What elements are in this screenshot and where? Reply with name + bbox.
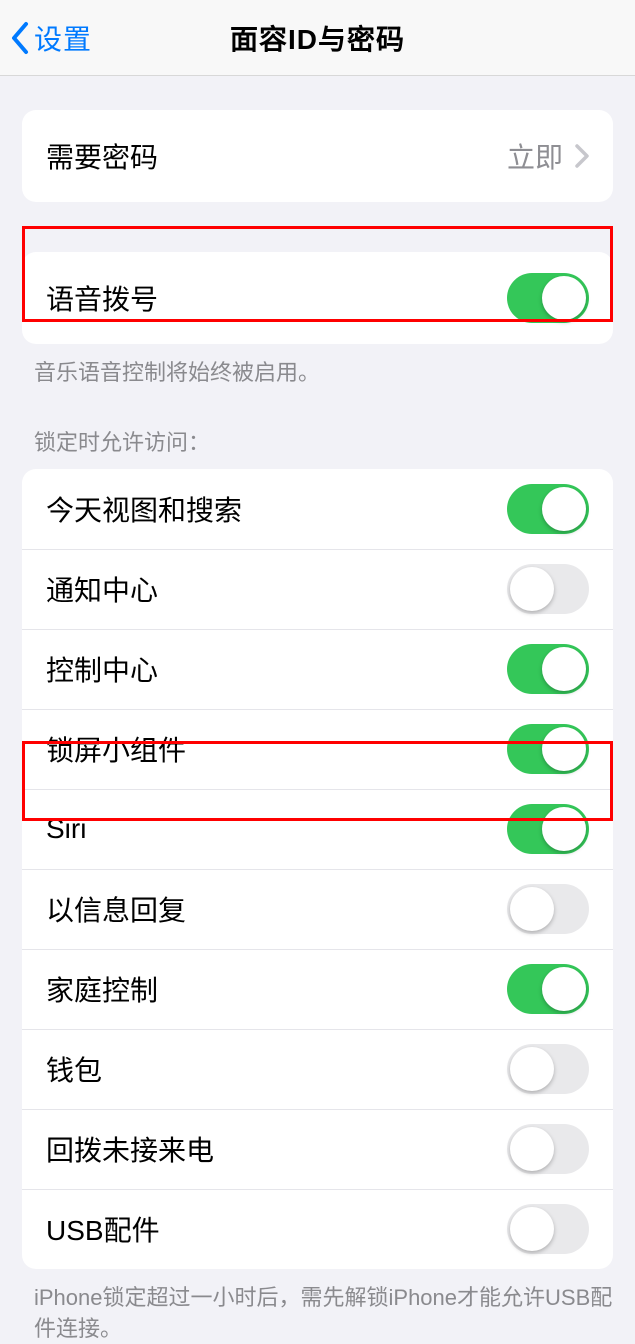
lock-item-toggle[interactable] — [507, 1044, 589, 1094]
lock-item-label: Siri — [46, 813, 86, 845]
lock-item-toggle[interactable] — [507, 644, 589, 694]
usb-footer: iPhone锁定超过一小时后，需先解锁iPhone才能允许USB配件连接。 — [34, 1283, 613, 1344]
lock-item-toggle[interactable] — [507, 564, 589, 614]
lock-item-row: 今天视图和搜索 — [22, 469, 613, 549]
lock-item-label: 回拨未接来电 — [46, 1129, 214, 1169]
lock-item-label: 锁屏小组件 — [46, 729, 186, 769]
lock-item-row: 锁屏小组件 — [22, 709, 613, 789]
require-passcode-row[interactable]: 需要密码 立即 — [22, 110, 613, 202]
lock-item-row: 回拨未接来电 — [22, 1109, 613, 1189]
require-passcode-label: 需要密码 — [46, 136, 158, 176]
lock-item-row: 以信息回复 — [22, 869, 613, 949]
back-button[interactable]: 设置 — [10, 18, 92, 58]
lock-item-toggle[interactable] — [507, 804, 589, 854]
voice-dial-row: 语音拨号 — [22, 252, 613, 344]
lock-access-header: 锁定时允许访问： — [34, 425, 591, 457]
lock-item-row: 控制中心 — [22, 629, 613, 709]
page-title: 面容ID与密码 — [230, 18, 405, 58]
lock-item-row: 家庭控制 — [22, 949, 613, 1029]
lock-item-toggle[interactable] — [507, 964, 589, 1014]
lock-item-label: 钱包 — [46, 1049, 102, 1089]
voice-dial-toggle[interactable] — [507, 273, 589, 323]
back-chevron-icon — [10, 21, 30, 55]
lock-item-label: 通知中心 — [46, 569, 158, 609]
require-passcode-value: 立即 — [507, 136, 563, 176]
lock-item-row: 钱包 — [22, 1029, 613, 1109]
lock-item-toggle[interactable] — [507, 1124, 589, 1174]
voice-dial-label: 语音拨号 — [46, 278, 158, 318]
lock-item-row: USB配件 — [22, 1189, 613, 1269]
lock-item-toggle[interactable] — [507, 724, 589, 774]
lock-item-label: 家庭控制 — [46, 969, 158, 1009]
lock-item-label: 控制中心 — [46, 649, 158, 689]
lock-item-label: 以信息回复 — [46, 889, 186, 929]
lock-item-row: 通知中心 — [22, 549, 613, 629]
lock-item-label: USB配件 — [46, 1209, 160, 1249]
voice-dial-footer: 音乐语音控制将始终被启用。 — [34, 358, 613, 389]
lock-item-label: 今天视图和搜索 — [46, 489, 242, 529]
nav-bar: 设置 面容ID与密码 — [0, 0, 635, 76]
lock-item-row: Siri — [22, 789, 613, 869]
lock-item-toggle[interactable] — [507, 484, 589, 534]
lock-item-toggle[interactable] — [507, 884, 589, 934]
back-label: 设置 — [34, 18, 92, 58]
chevron-right-icon — [575, 144, 589, 168]
lock-item-toggle[interactable] — [507, 1204, 589, 1254]
